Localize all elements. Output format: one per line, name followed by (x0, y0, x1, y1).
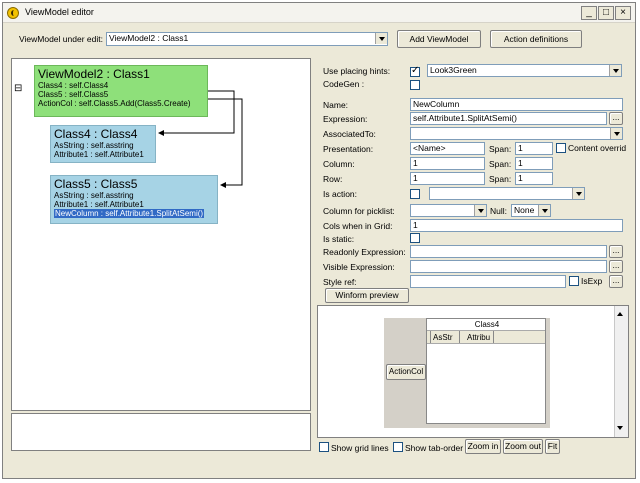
presentation-label: Presentation: (323, 144, 374, 154)
scroll-down-icon[interactable] (617, 426, 623, 430)
is-static-checkbox[interactable] (410, 233, 420, 243)
add-viewmodel-button[interactable]: Add ViewModel (397, 30, 481, 48)
app-icon (7, 7, 19, 19)
style-ref-label: Style ref: (323, 277, 357, 287)
cols-when-in-grid-field[interactable]: 1 (410, 219, 623, 232)
connector-to-class4 (160, 90, 235, 134)
is-action-checkbox[interactable] (410, 189, 420, 199)
codegen-checkbox[interactable] (410, 80, 420, 90)
title-bar[interactable]: ViewModel editor _ □ × (3, 3, 635, 23)
lower-left-panel (11, 413, 311, 451)
scroll-up-icon[interactable] (617, 312, 623, 316)
chevron-down-icon[interactable] (610, 128, 622, 139)
cols-when-in-grid-label: Cols when in Grid: (323, 221, 393, 231)
span-label: Span: (489, 159, 512, 169)
winform-preview-button[interactable]: Winform preview (325, 288, 409, 303)
associated-to-label: AssociatedTo: (323, 129, 376, 139)
connector-to-class5 (208, 98, 243, 186)
content-override-checkbox[interactable] (556, 143, 566, 153)
winform-preview-panel[interactable]: Class4 AsStr Attribu ActionCol (317, 305, 629, 438)
preview-col-header: AsStr (433, 333, 453, 342)
zoom-in-button[interactable]: Zoom in (465, 439, 501, 454)
null-select-value: None (514, 205, 535, 215)
column-divider (459, 331, 460, 343)
row-header-cell (427, 331, 431, 343)
action-select[interactable] (429, 187, 585, 200)
visible-expression-label: Visible Expression: (323, 262, 395, 272)
show-grid-lines-label: Show grid lines (331, 443, 389, 453)
codegen-label: CodeGen : (323, 79, 365, 89)
preview-grid[interactable]: Class4 AsStr Attribu (426, 318, 546, 424)
name-label: Name: (323, 100, 349, 110)
preview-action-col-button[interactable]: ActionCol (386, 364, 426, 380)
readonly-ellipsis-button[interactable]: ... (609, 245, 623, 258)
row-span-field[interactable]: 1 (515, 172, 553, 185)
column-divider (493, 331, 494, 343)
column-for-picklist-label: Column for picklist: (323, 206, 395, 216)
viewmodel-select[interactable]: ViewModel2 : Class1 (106, 32, 388, 46)
connector-lines (158, 90, 243, 188)
preview-vertical-scrollbar[interactable] (614, 306, 628, 437)
expression-field[interactable]: self.Attribute1.SplitAtSemi() (410, 112, 607, 125)
expression-ellipsis-button[interactable]: ... (609, 112, 623, 125)
style-ref-field[interactable] (410, 275, 566, 288)
expression-label: Expression: (323, 114, 368, 124)
chevron-down-icon[interactable] (474, 205, 486, 216)
minimize-button[interactable]: _ (581, 6, 597, 20)
viewmodel-select-value: ViewModel2 : Class1 (109, 33, 189, 43)
span-label: Span: (489, 174, 512, 184)
picklist-select[interactable] (410, 204, 487, 217)
placing-hints-value: Look3Green (430, 65, 477, 75)
is-static-label: Is static: (323, 234, 355, 244)
chevron-down-icon[interactable] (538, 205, 550, 216)
row-field[interactable]: 1 (410, 172, 485, 185)
isexp-label: IsExp (581, 276, 603, 286)
style-ellipsis-button[interactable]: ... (609, 275, 623, 288)
null-label: Null: (490, 206, 508, 216)
show-tab-order-label: Show tab-order (405, 443, 464, 453)
placing-hints-checkbox[interactable] (410, 65, 420, 77)
column-label: Column: (323, 159, 355, 169)
viewmodel-under-edit-label: ViewModel under edit: (19, 34, 103, 44)
preview-col-header: Attribu (467, 333, 491, 342)
readonly-expression-label: Readonly Expression: (323, 247, 406, 257)
presentation-field[interactable]: <Name> (410, 142, 485, 155)
show-tab-order-checkbox[interactable] (393, 442, 403, 452)
fit-button[interactable]: Fit (545, 439, 560, 454)
preview-grid-header: AsStr Attribu (427, 330, 545, 344)
row-label: Row: (323, 174, 343, 184)
preview-grid-title: Class4 (474, 320, 500, 329)
zoom-out-button[interactable]: Zoom out (503, 439, 543, 454)
placing-hints-select[interactable]: Look3Green (427, 64, 622, 77)
maximize-button[interactable]: □ (598, 6, 614, 20)
span-label: Span: (489, 144, 512, 154)
isexp-checkbox[interactable] (569, 276, 579, 286)
viewmodel-editor-window: ViewModel editor _ □ × ViewModel under e… (2, 2, 636, 479)
chevron-down-icon[interactable] (609, 65, 621, 76)
chevron-down-icon[interactable] (375, 33, 387, 44)
placing-hints-label: Use placing hints: (323, 66, 391, 76)
window-title: ViewModel editor (25, 7, 94, 17)
presentation-span-field[interactable]: 1 (515, 142, 553, 155)
chevron-down-icon[interactable] (572, 188, 584, 199)
arrow-head-icon (158, 130, 164, 136)
visible-ellipsis-button[interactable]: ... (609, 260, 623, 273)
name-field[interactable]: NewColumn (410, 98, 623, 111)
action-definitions-button[interactable]: Action definitions (490, 30, 582, 48)
column-span-field[interactable]: 1 (515, 157, 553, 170)
viewmodel-tree-panel[interactable]: ⊟ ViewModel2 : Class1 Class4 : self.Clas… (11, 58, 311, 411)
close-button[interactable]: × (615, 6, 631, 20)
associated-to-select[interactable] (410, 127, 623, 140)
preview-form: Class4 AsStr Attribu ActionCol (384, 318, 550, 428)
show-grid-lines-checkbox[interactable] (319, 442, 329, 452)
readonly-expression-field[interactable] (410, 245, 607, 258)
visible-expression-field[interactable] (410, 260, 607, 273)
is-action-label: Is action: (323, 189, 358, 199)
column-field[interactable]: 1 (410, 157, 485, 170)
content-override-label: Content overrid (568, 143, 626, 153)
arrow-head-icon (220, 182, 226, 188)
null-select[interactable]: None (511, 204, 551, 217)
